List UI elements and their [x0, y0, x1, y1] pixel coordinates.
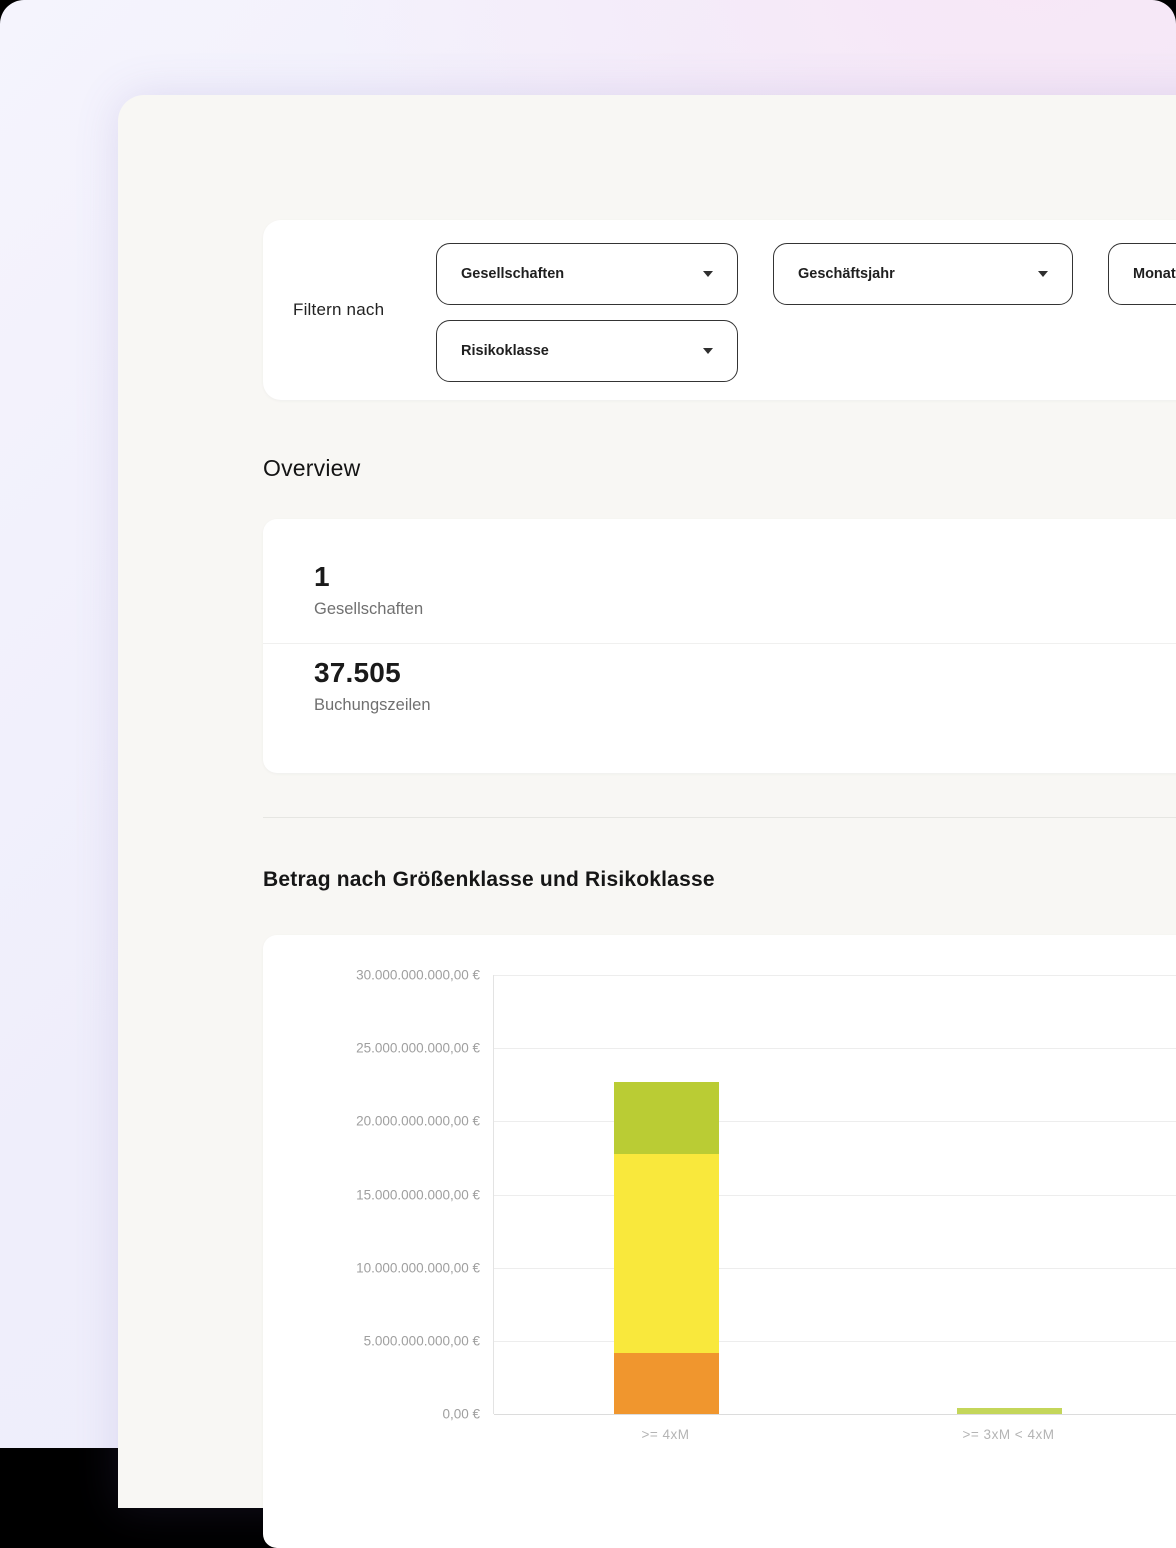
overview-stats-card: 1 Gesellschaften 184 Konten 37.505 Buchu…: [263, 519, 1176, 773]
dropdown-risikoklasse[interactable]: Risikoklasse: [436, 320, 738, 382]
stat-label: Buchungszeilen: [314, 696, 431, 715]
bar-segment-risk-orange[interactable]: [614, 1353, 719, 1414]
chevron-down-icon: [703, 348, 713, 354]
filter-panel-label: Filtern nach: [293, 220, 384, 400]
stat-value: 1: [314, 561, 423, 593]
main-content-card: Filtern nach Gesellschaften Geschäftsjah…: [118, 95, 1176, 1508]
y-tick-label: 25.000.000.000,00 €: [356, 1041, 480, 1056]
dropdown-geschaeftsjahr-label: Geschäftsjahr: [798, 266, 895, 282]
dropdown-geschaeftsjahr[interactable]: Geschäftsjahr: [773, 243, 1073, 305]
y-tick-label: 10.000.000.000,00 €: [356, 1260, 480, 1275]
gridline: [494, 1414, 1176, 1415]
section-divider: [263, 817, 1176, 818]
overview-row-divider: [263, 643, 1176, 644]
bar-segment-risk-light-green[interactable]: [957, 1408, 1062, 1414]
dropdown-gesellschaften-label: Gesellschaften: [461, 266, 564, 282]
gridline: [494, 1341, 1176, 1342]
stacked-bar: [957, 975, 1062, 1414]
gridline: [494, 1048, 1176, 1049]
bar-segment-risk-yellow[interactable]: [614, 1154, 719, 1353]
y-tick-label: 20.000.000.000,00 €: [356, 1114, 480, 1129]
gridline: [494, 975, 1176, 976]
stat-gesellschaften: 1 Gesellschaften: [314, 561, 423, 619]
stat-buchungszeilen: 37.505 Buchungszeilen: [314, 657, 431, 715]
gridline: [494, 1121, 1176, 1122]
chart-section-title: Betrag nach Größenklasse und Risikoklass…: [263, 868, 715, 892]
dropdown-monat[interactable]: Monat: [1108, 243, 1176, 305]
chart-card: 0,00 € 5.000.000.000,00 € 10.000.000.000,0…: [263, 935, 1176, 1548]
stat-label: Gesellschaften: [314, 600, 423, 619]
dropdown-gesellschaften[interactable]: Gesellschaften: [436, 243, 738, 305]
chart-x-axis: >= 4xM >= 3xM < 4xM: [493, 1427, 1176, 1453]
y-tick-label: 30.000.000.000,00 €: [356, 968, 480, 983]
y-tick-label: 5.000.000.000,00 €: [364, 1333, 480, 1348]
dropdown-risikoklasse-label: Risikoklasse: [461, 343, 549, 359]
chart-plot: [493, 975, 1176, 1414]
y-tick-label: 15.000.000.000,00 €: [356, 1187, 480, 1202]
gridline: [494, 1195, 1176, 1196]
stat-value: 37.505: [314, 657, 431, 689]
y-tick-label: 0,00 €: [442, 1407, 480, 1422]
gridline: [494, 1268, 1176, 1269]
chevron-down-icon: [703, 271, 713, 277]
stacked-bar: [614, 975, 719, 1414]
chart-y-axis: 0,00 €5.000.000.000,00 €10.000.000.000,0…: [263, 975, 493, 1414]
x-tick-label: >= 4xM: [641, 1427, 689, 1442]
x-tick-label: >= 3xM < 4xM: [963, 1427, 1055, 1442]
bar-segment-risk-olive[interactable]: [614, 1082, 719, 1154]
filter-panel: Filtern nach Gesellschaften Geschäftsjah…: [263, 220, 1176, 400]
overview-section-title: Overview: [263, 455, 360, 482]
chevron-down-icon: [1038, 271, 1048, 277]
dropdown-monat-label: Monat: [1133, 266, 1176, 282]
